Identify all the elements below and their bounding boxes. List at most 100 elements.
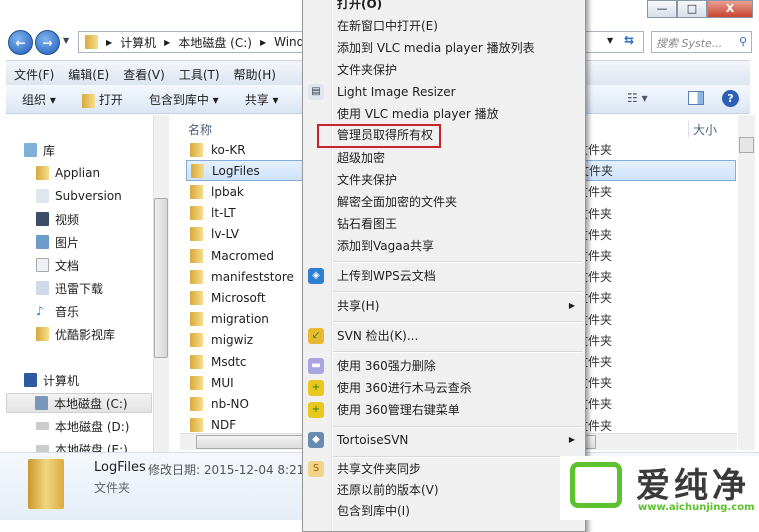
context-menu-item[interactable]: 超级加密 bbox=[303, 147, 585, 169]
close-button[interactable]: X bbox=[707, 0, 753, 18]
folder-icon bbox=[190, 206, 203, 221]
menu-separator bbox=[333, 456, 583, 458]
menu-item-label: 解密全面加密的文件夹 bbox=[337, 195, 458, 209]
context-menu-item[interactable]: ▤ Light Image Resizer bbox=[303, 81, 585, 103]
context-menu-item[interactable]: ◈ 上传到WPS云文档 bbox=[303, 265, 585, 287]
menu-edit[interactable]: 编辑(E) bbox=[68, 66, 109, 82]
menu-tools[interactable]: 工具(T) bbox=[179, 66, 220, 82]
search-placeholder: 搜索 Syste... bbox=[656, 37, 723, 50]
nav-item-music[interactable]: ♪ 音乐 bbox=[36, 301, 79, 321]
nav-label: Applian bbox=[55, 166, 101, 180]
help-icon[interactable]: ? bbox=[722, 90, 739, 107]
nav-item-thunder-downloads[interactable]: 迅雷下载 bbox=[36, 278, 103, 298]
preview-pane-icon[interactable] bbox=[688, 91, 704, 105]
menu-separator bbox=[333, 351, 583, 353]
menu-item-label: 添加到Vagaa共享 bbox=[337, 239, 434, 253]
menu-file[interactable]: 文件(F) bbox=[14, 66, 54, 82]
context-menu-item[interactable]: 还原以前的版本(V) bbox=[303, 479, 585, 501]
nav-item-pictures[interactable]: 图片 bbox=[36, 232, 79, 252]
nav-item-subversion[interactable]: Subversion bbox=[36, 186, 122, 206]
menu-help[interactable]: 帮助(H) bbox=[234, 66, 276, 82]
nav-item-videos[interactable]: 视频 bbox=[36, 209, 79, 229]
breadcrumb-windows[interactable]: Wind bbox=[274, 35, 304, 49]
context-menu-item[interactable]: 使用 VLC media player 播放 bbox=[303, 103, 585, 125]
nav-item-documents[interactable]: 文档 bbox=[36, 255, 79, 275]
view-options-icon[interactable]: ☷ ▾ bbox=[627, 91, 648, 105]
folder-icon bbox=[190, 333, 203, 348]
folder-icon bbox=[190, 227, 203, 242]
window-controls: — □ X bbox=[647, 0, 753, 18]
context-menu-item[interactable]: 文件夹保护 bbox=[303, 169, 585, 191]
menu-item-label: 使用 VLC media player 播放 bbox=[337, 107, 499, 121]
context-menu-item[interactable]: ↙ SVN 检出(K)... bbox=[303, 325, 585, 347]
context-menu-item[interactable]: ◆ TortoiseSVN ▶ bbox=[303, 429, 585, 451]
music-icon: ♪ bbox=[36, 304, 44, 318]
folder-icon bbox=[85, 35, 98, 49]
brand-url: www.aichunjing.com bbox=[638, 502, 755, 513]
file-name: nb-NO bbox=[211, 396, 249, 411]
nav-library[interactable]: 库 bbox=[24, 140, 55, 160]
submenu-arrow-icon: ▶ bbox=[568, 435, 575, 444]
context-menu-item[interactable]: 文件夹保护 bbox=[303, 59, 585, 81]
share-button[interactable]: 共享 ▾ bbox=[245, 91, 279, 107]
details-kind: 文件夹 bbox=[94, 481, 131, 495]
context-menu-item[interactable]: 钻石看图王 bbox=[303, 213, 585, 235]
context-menu-item[interactable]: 添加到 VLC media player 播放列表 bbox=[303, 37, 585, 59]
context-menu-item[interactable]: ▬ 使用 360强力删除 bbox=[303, 355, 585, 377]
address-dropdown[interactable]: ▼ bbox=[607, 36, 613, 45]
file-name: migration bbox=[211, 312, 269, 327]
folder-icon bbox=[190, 248, 203, 263]
file-name: MUI bbox=[211, 375, 234, 390]
menu-item-label: 文件夹保护 bbox=[337, 63, 398, 77]
file-name: lt-LT bbox=[211, 206, 236, 221]
search-input[interactable]: 搜索 Syste... ⚲ bbox=[651, 31, 752, 53]
menu-view[interactable]: 查看(V) bbox=[123, 66, 165, 82]
menu-item-icon: + bbox=[308, 380, 324, 396]
forward-button[interactable]: → bbox=[35, 30, 60, 55]
nav-item-youku[interactable]: 优酷影视库 bbox=[36, 324, 115, 344]
column-header-name[interactable]: 名称 bbox=[188, 121, 212, 138]
column-header-size[interactable]: 大小 bbox=[688, 121, 717, 138]
include-in-library-button[interactable]: 包含到库中 ▾ bbox=[149, 91, 219, 107]
maximize-button[interactable]: □ bbox=[677, 0, 707, 18]
file-list-scrollbar[interactable] bbox=[738, 115, 755, 450]
context-menu-item[interactable]: 共享(H) ▶ bbox=[303, 295, 585, 317]
nav-item-applian[interactable]: Applian bbox=[36, 163, 100, 183]
context-menu-item[interactable]: S 共享文件夹同步 bbox=[303, 458, 585, 480]
open-button[interactable]: 打开 bbox=[81, 91, 123, 108]
file-name: LogFiles bbox=[212, 163, 260, 178]
organize-button[interactable]: 组织 ▾ bbox=[22, 91, 56, 107]
nav-scrollbar-thumb[interactable] bbox=[154, 198, 168, 358]
file-name: lpbak bbox=[211, 184, 244, 199]
menu-item-icon: ◈ bbox=[308, 268, 324, 284]
folder-icon bbox=[190, 269, 203, 284]
computer-icon bbox=[24, 373, 37, 387]
context-menu-item[interactable]: 包含到库中(I) bbox=[303, 500, 585, 522]
context-menu-item[interactable]: 打开(O) bbox=[303, 0, 585, 15]
context-menu-item[interactable]: + 使用 360管理右键菜单 bbox=[303, 399, 585, 421]
recent-pages-dropdown[interactable]: ▼ bbox=[63, 36, 69, 45]
file-name: ko-KR bbox=[211, 142, 246, 157]
context-menu-item[interactable]: 在新窗口中打开(E) bbox=[303, 15, 585, 37]
watermark-logo: 爱纯净 www.aichunjing.com bbox=[560, 456, 759, 520]
menu-item-label: 使用 360强力删除 bbox=[337, 359, 436, 373]
minimize-button[interactable]: — bbox=[647, 0, 677, 18]
back-button[interactable]: ← bbox=[8, 30, 33, 55]
menu-separator bbox=[333, 291, 583, 293]
menu-item-label: 钻石看图王 bbox=[337, 217, 398, 231]
context-menu-item[interactable]: 添加到Vagaa共享 bbox=[303, 235, 585, 257]
menu-item-label: 共享(H) bbox=[337, 299, 380, 313]
nav-computer[interactable]: 计算机 bbox=[24, 370, 79, 390]
scrollbar-thumb[interactable] bbox=[739, 137, 754, 153]
breadcrumb-c-drive[interactable]: 本地磁盘 (C:) bbox=[178, 34, 252, 51]
menu-item-label: 上传到WPS云文档 bbox=[337, 269, 436, 283]
breadcrumb-computer[interactable]: 计算机 bbox=[120, 34, 156, 51]
context-menu-item[interactable]: + 使用 360进行木马云查杀 bbox=[303, 377, 585, 399]
refresh-icon[interactable]: ⇆ bbox=[624, 33, 634, 47]
nav-drive-d[interactable]: 本地磁盘 (D:) bbox=[36, 416, 129, 436]
menu-separator bbox=[333, 261, 583, 263]
nav-drive-e[interactable]: 本地磁盘 (E:) bbox=[36, 439, 128, 452]
details-name: LogFiles bbox=[94, 460, 146, 475]
nav-drive-c[interactable]: 本地磁盘 (C:) bbox=[6, 393, 152, 413]
context-menu-item[interactable]: 解密全面加密的文件夹 bbox=[303, 191, 585, 213]
